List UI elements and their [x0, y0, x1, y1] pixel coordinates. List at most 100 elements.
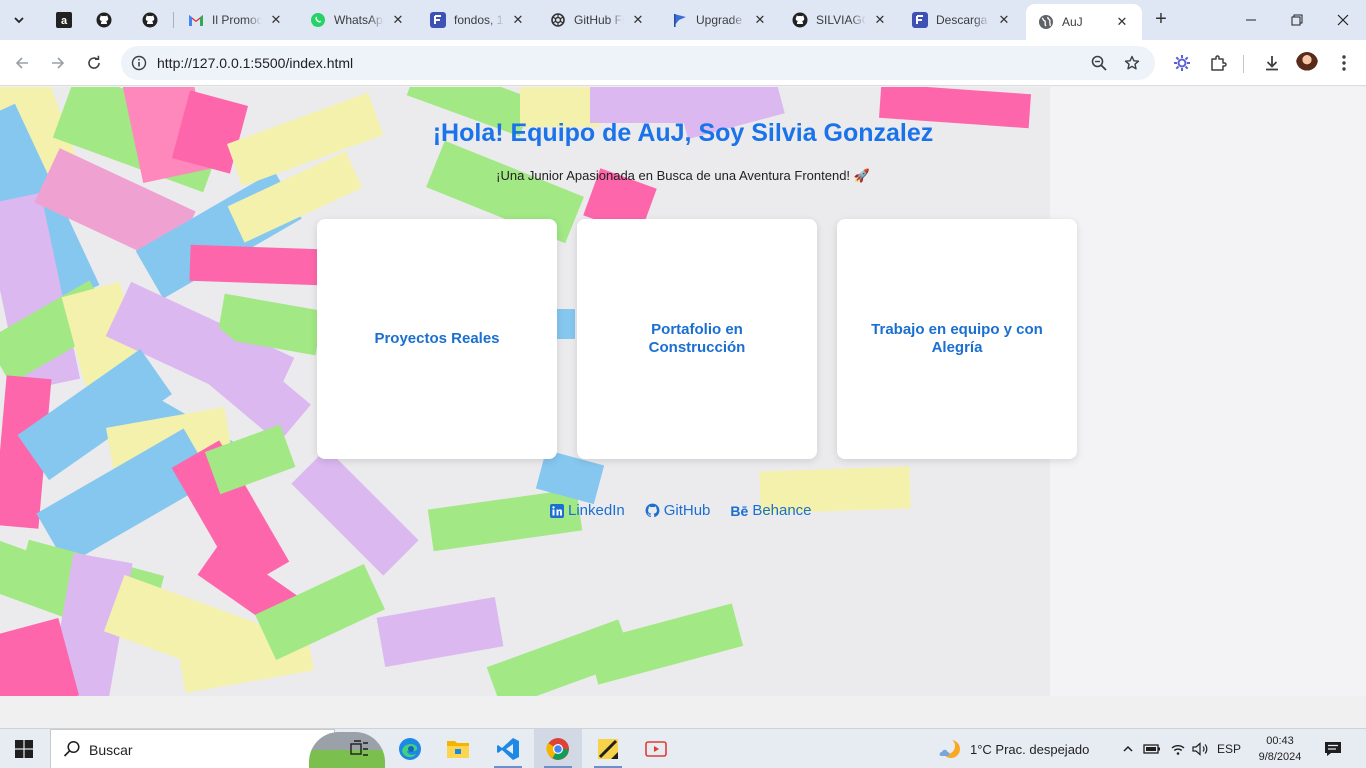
taskbar-app-media[interactable] — [632, 729, 680, 768]
tab-title: AuJ — [1062, 15, 1083, 29]
info-icon[interactable] — [129, 53, 149, 73]
browser-tab[interactable]: fondos, 1 ✕ — [418, 0, 538, 40]
taskbar-search-input[interactable]: Buscar — [50, 729, 385, 768]
reload-button[interactable] — [80, 49, 108, 77]
taskbar-app-sticky-notes[interactable] — [584, 729, 632, 768]
browser-toolbar: http://127.0.0.1:5500/index.html — [0, 40, 1366, 86]
behance-link[interactable]: Bē Behance — [730, 502, 811, 519]
battery-tray-icon[interactable] — [1141, 729, 1163, 768]
close-icon[interactable]: ✕ — [390, 12, 406, 28]
close-icon[interactable]: ✕ — [752, 12, 768, 28]
page-content: ¡Hola! Equipo de AuJ, Soy Silvia Gonzale… — [0, 87, 1366, 696]
weather-moon-cloud-icon — [939, 738, 960, 758]
arrow-left-icon — [15, 57, 28, 69]
chevron-down-icon — [14, 17, 24, 24]
notification-center-button[interactable] — [1320, 739, 1346, 759]
start-button[interactable] — [0, 729, 48, 768]
chrome-icon — [546, 738, 569, 760]
browser-tab[interactable]: WhatsApp ✕ — [298, 0, 418, 40]
profile-avatar[interactable] — [1295, 52, 1319, 74]
card-trabajo-en-equipo[interactable]: Trabajo en equipo y con Alegría — [837, 219, 1077, 459]
forward-button[interactable] — [44, 49, 72, 77]
taskbar-clock[interactable]: 00:43 9/8/2024 — [1244, 733, 1316, 765]
extensions-puzzle-icon[interactable] — [1206, 52, 1230, 74]
browser-tab-strip: a Il Promoc ✕ WhatsApp ✕ fondos, 1 ✕ Git… — [0, 0, 1366, 40]
tab-search-button[interactable] — [6, 8, 32, 32]
svg-text:a: a — [61, 15, 68, 27]
forms-icon — [912, 12, 928, 28]
notification-icon — [1325, 742, 1341, 756]
taskbar-app-file-explorer[interactable] — [434, 729, 482, 768]
browser-tab[interactable]: a — [44, 0, 82, 40]
globe-icon — [1038, 14, 1054, 30]
windows-taskbar: Buscar 1°C Prac. despejado ESP 00:43 9/8… — [0, 728, 1366, 768]
linkedin-icon — [550, 503, 564, 518]
speaker-icon — [1192, 742, 1208, 756]
wifi-tray-icon[interactable] — [1167, 729, 1189, 768]
minimize-button[interactable] — [1228, 0, 1274, 40]
close-icon[interactable]: ✕ — [268, 12, 284, 28]
card-portafolio[interactable]: Portafolio en Construcción — [577, 219, 817, 459]
weather-widget[interactable]: 1°C Prac. despejado — [938, 729, 1089, 768]
browser-tab[interactable]: SILVIAGO ✕ — [780, 0, 900, 40]
github-icon — [645, 503, 660, 518]
arrow-right-icon — [52, 57, 65, 69]
tab-title: Descarga — [936, 13, 988, 27]
taskbar-app-chrome[interactable] — [534, 729, 582, 768]
card-proyectos-reales[interactable]: Proyectos Reales — [317, 219, 557, 459]
taskbar-app-vscode[interactable] — [484, 729, 532, 768]
close-icon[interactable]: ✕ — [510, 12, 526, 28]
close-icon[interactable]: ✕ — [872, 12, 888, 28]
url-text[interactable]: http://127.0.0.1:5500/index.html — [157, 55, 353, 71]
close-icon[interactable]: ✕ — [996, 12, 1012, 28]
github-icon — [142, 12, 158, 28]
close-window-button[interactable] — [1320, 0, 1366, 40]
language-indicator[interactable]: ESP — [1214, 729, 1244, 768]
link-label: Behance — [752, 502, 812, 519]
openai-icon — [550, 12, 566, 28]
download-icon[interactable] — [1260, 52, 1284, 74]
tab-title: WhatsApp — [334, 13, 384, 27]
restore-button[interactable] — [1274, 0, 1320, 40]
back-button[interactable] — [8, 49, 36, 77]
new-tab-button[interactable]: + — [1150, 9, 1172, 31]
battery-icon — [1143, 744, 1160, 754]
browser-tab[interactable]: Descarga ✕ — [900, 0, 1024, 40]
taskbar-app-edge[interactable] — [386, 729, 434, 768]
github-link[interactable]: GitHub — [645, 502, 710, 519]
address-bar[interactable]: http://127.0.0.1:5500/index.html — [121, 46, 1155, 80]
close-icon[interactable]: ✕ — [1114, 14, 1130, 30]
gmail-icon — [188, 12, 204, 28]
windows-logo-icon — [15, 740, 33, 758]
browser-tab[interactable] — [130, 0, 174, 40]
restore-icon — [1291, 14, 1303, 26]
close-icon[interactable]: ✕ — [630, 12, 646, 28]
extension-gear-icon[interactable] — [1170, 52, 1194, 74]
browser-tab[interactable] — [84, 0, 128, 40]
task-view-icon — [350, 740, 368, 756]
zoom-icon[interactable] — [1089, 53, 1109, 73]
menu-kebab-icon[interactable] — [1332, 52, 1356, 74]
linkedin-link[interactable]: LinkedIn — [550, 502, 625, 519]
amazon-icon: a — [56, 12, 72, 28]
card-label: Trabajo en equipo y con Alegría — [871, 321, 1043, 356]
bookmark-star-icon[interactable] — [1122, 53, 1142, 73]
volume-tray-icon[interactable] — [1190, 729, 1212, 768]
tab-title: fondos, 1 — [454, 13, 504, 27]
browser-tab-active[interactable]: AuJ ✕ — [1026, 4, 1142, 40]
clock-date: 9/8/2024 — [1258, 751, 1302, 763]
reload-icon — [88, 55, 100, 69]
clock-time: 00:43 — [1266, 735, 1294, 747]
page-bottom-strip — [0, 696, 1366, 728]
browser-tab[interactable]: Il Promoc ✕ — [176, 0, 296, 40]
tab-title: Il Promoc — [212, 13, 262, 27]
browser-tab[interactable]: Upgrade ✕ — [660, 0, 780, 40]
page-viewport: ¡Hola! Equipo de AuJ, Soy Silvia Gonzale… — [0, 87, 1366, 696]
minimize-icon — [1246, 19, 1256, 21]
task-view-button[interactable] — [336, 729, 384, 768]
avatar — [1296, 52, 1318, 74]
card-label: Portafolio en Construcción — [648, 321, 746, 356]
browser-tab[interactable]: GitHub Fi ✕ — [538, 0, 658, 40]
tab-title: GitHub Fi — [574, 13, 624, 27]
tray-overflow-button[interactable] — [1118, 729, 1138, 768]
